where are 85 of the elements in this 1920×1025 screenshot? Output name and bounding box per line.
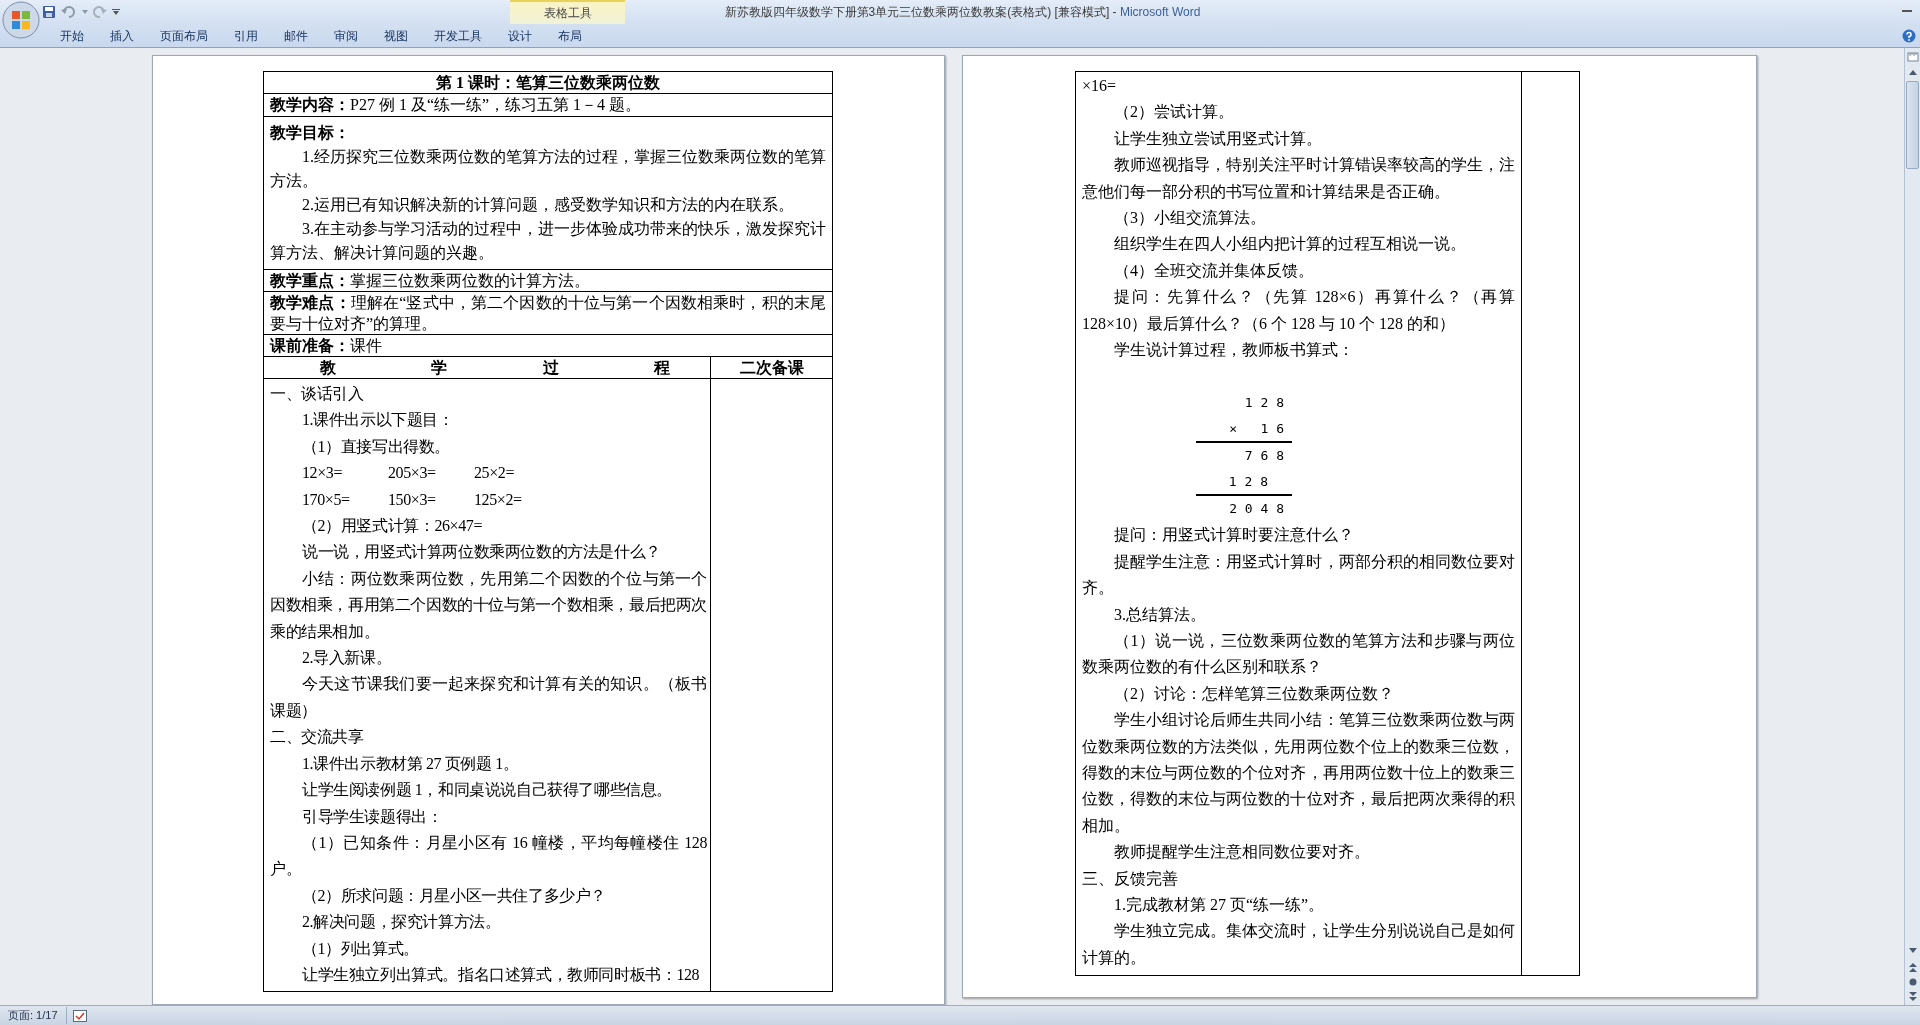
ribbon-tab[interactable]: 审阅 bbox=[321, 24, 371, 47]
ribbon-tab[interactable]: 页面布局 bbox=[147, 24, 221, 47]
spelling-check-icon[interactable] bbox=[72, 1009, 87, 1022]
ribbon-tab[interactable]: 开发工具 bbox=[421, 24, 495, 47]
lesson-paragraph: （2）所求问题：月星小区一共住了多少户？ bbox=[301, 885, 607, 906]
lesson-paragraph: （3）小组交流算法。 bbox=[1113, 208, 1267, 229]
lesson-title: 第 1 课时：笔算三位数乘两位数 bbox=[436, 74, 660, 91]
lesson-paragraph: 提问：用竖式计算时要注意什么？ bbox=[1113, 525, 1355, 546]
ribbon-tab[interactable]: 引用 bbox=[221, 24, 271, 47]
ribbon-tab[interactable]: 开始 bbox=[47, 24, 97, 47]
calc-line: 7 6 8 bbox=[1243, 446, 1285, 465]
lesson-paragraph: （1）已知条件：月星小区有 16 幢楼，平均每幢楼住 128 户。 bbox=[270, 832, 707, 880]
equation-text: 25×2= bbox=[474, 463, 516, 484]
lesson-paragraph: （1）列出算式。 bbox=[301, 938, 420, 959]
revision-heading: 二次备课 bbox=[739, 359, 804, 376]
app-name: Microsoft Word bbox=[1119, 5, 1201, 19]
section-heading: ×16= bbox=[1082, 76, 1118, 96]
minimize-icon[interactable] bbox=[1902, 10, 1912, 14]
ribbon-tab[interactable]: 插入 bbox=[97, 24, 147, 47]
lesson-paragraph: 1.课件出示以下题目： bbox=[301, 410, 455, 431]
lesson-paragraph: （4）全班交流并集体反馈。 bbox=[1113, 260, 1315, 281]
preparation: 课前准备：课件 bbox=[270, 336, 383, 356]
section-heading: 二、交流共享 bbox=[270, 727, 365, 748]
lesson-paragraph: 提醒学生注意：用竖式计算时，两部分积的相同数位要对齐。 bbox=[1082, 551, 1515, 599]
section-heading: 一、谈话引入 bbox=[270, 384, 365, 404]
office-button-icon[interactable] bbox=[2, 1, 40, 39]
equation-text: 205×3= bbox=[388, 463, 437, 484]
lesson-paragraph: 学生说计算过程，教师板书算式： bbox=[1113, 340, 1355, 361]
equation-text: 170×5= bbox=[302, 489, 351, 510]
lesson-paragraph: 2.导入新课。 bbox=[301, 648, 393, 669]
equation-text: 12×3= bbox=[302, 463, 344, 484]
window-title: 新苏教版四年级数学下册第3单元三位数乘两位数教案(表格式) [兼容模式] - bbox=[724, 5, 1117, 19]
objective-item: 2.运用已有知识解决新的计算问题，感受数学知识和方法的内在联系。 bbox=[301, 195, 795, 215]
objective-item: 1.经历探究三位数乘两位数的笔算方法的过程，掌握三位数乘两位数的笔算方法。 bbox=[270, 147, 826, 191]
lesson-paragraph: 组织学生在四人小组内把计算的过程互相说一说。 bbox=[1113, 234, 1467, 255]
lesson-paragraph: 让学生阅读例题 1，和同桌说说自己获得了哪些信息。 bbox=[301, 780, 673, 801]
page-count[interactable]: 页面: 1/17 bbox=[0, 1007, 67, 1024]
scrollbar[interactable] bbox=[1904, 48, 1920, 1005]
key-point: 教学重点：掌握三位数乘两位数的计算方法。 bbox=[270, 271, 591, 291]
help-icon[interactable] bbox=[1902, 28, 1916, 43]
previous-page-icon[interactable] bbox=[1908, 963, 1917, 972]
lesson-paragraph: 教师巡视指导，特别关注平时计算错误率较高的学生，注意他们每一部分积的书写位置和计算结果是否正确。 bbox=[1082, 155, 1515, 202]
lesson-paragraph: 1.课件出示教材第 27 页例题 1。 bbox=[301, 753, 520, 774]
lesson-paragraph: （2）讨论：怎样笔算三位数乘两位数？ bbox=[1113, 683, 1395, 704]
lesson-paragraph: 小结：两位数乘两位数，先用第二个因数的个位与第一个因数相乘，再用第二个因数的十位与第一个数相乘，最后把两次乘的结果相加。 bbox=[270, 568, 707, 642]
ribbon-tab[interactable]: 布局 bbox=[545, 24, 595, 47]
equation-text: 125×2= bbox=[474, 489, 523, 510]
lesson-paragraph: 说一说，用竖式计算两位数乘两位数的方法是什么？ bbox=[301, 542, 662, 563]
lesson-paragraph: 让学生独立列出算式。指名口述算式，教师同时板书：128 bbox=[301, 964, 701, 985]
lesson-paragraph: 2.解决问题，探究计算方法。 bbox=[301, 912, 502, 933]
objective-item: 3.在主动参与学习活动的过程中，进一步体验成功带来的快乐，激发探究计算方法、解决计算问题的兴趣。 bbox=[270, 219, 826, 263]
lesson-paragraph: （1）直接写出得数。 bbox=[301, 436, 451, 457]
ribbon-tab[interactable]: 视图 bbox=[371, 24, 421, 47]
scroll-up-icon[interactable] bbox=[1908, 70, 1917, 75]
calc-line: 1 2 8 bbox=[1196, 469, 1292, 496]
lesson-paragraph: （2）用竖式计算：26×47= bbox=[301, 516, 484, 537]
equation-text: 150×3= bbox=[388, 489, 437, 510]
section-heading: 三、反馈完善 bbox=[1082, 868, 1179, 889]
lesson-paragraph: 引导学生读题得出： bbox=[301, 806, 444, 827]
ribbon-tab[interactable]: 邮件 bbox=[271, 24, 321, 47]
customize-caret-icon[interactable] bbox=[112, 9, 120, 15]
lesson-paragraph: （1）说一说，三位数乘两位数的笔算方法和步骤与两位数乘两位数的有什么区别和联系？ bbox=[1082, 631, 1515, 678]
lesson-paragraph: 今天这节课我们要一起来探究和计算有关的知识。（板书课题） bbox=[270, 674, 707, 721]
calc-line: 1 2 8 bbox=[1243, 393, 1285, 412]
save-icon[interactable] bbox=[42, 5, 56, 19]
lesson-paragraph: 1.完成教材第 27 页“练一练”。 bbox=[1113, 895, 1326, 916]
contextual-tab-group: 表格工具 bbox=[510, 0, 625, 24]
lesson-paragraph: 提问：先算什么？（先算 128×6）再算什么？（再算 128×10）最后算什么？（6 个 128 与 10 个 128 的和） bbox=[1082, 287, 1515, 334]
scroll-thumb[interactable] bbox=[1906, 81, 1919, 169]
objectives-heading: 教学目标： bbox=[270, 123, 351, 143]
lesson-paragraph: 学生小组讨论后师生共同小结：笔算三位数乘两位数与两位数乘两位数的方法类似，先用两位数个位上的数乘三位数，得数的末位与两位数的个位对齐，再用两位数十位上的数乘三位数，得数的末位与两位数的十位对齐，最后把两次乘得的积相加。 bbox=[1082, 710, 1515, 836]
next-page-icon[interactable] bbox=[1908, 992, 1917, 1001]
browse-object-icon[interactable] bbox=[1908, 978, 1917, 986]
lesson-paragraph: 学生独立完成。集体交流时，让学生分别说说自己是如何计算的。 bbox=[1082, 921, 1515, 968]
calc-line: × 1 6 bbox=[1196, 416, 1292, 443]
scroll-down-icon[interactable] bbox=[1908, 948, 1917, 953]
difficulty: 教学难点：理解在“竖式中，第二个因数的十位与第一个因数相乘时，积的末尾要与十位对齐”的算理。 bbox=[270, 293, 826, 334]
process-heading: 教学过程 bbox=[320, 358, 670, 378]
calc-line: 2 0 4 8 bbox=[1228, 499, 1285, 518]
lesson-content: 教学内容：P27 例 1 及“练一练”，练习五第 1－4 题。 bbox=[270, 95, 643, 115]
lesson-paragraph: 3.总结算法。 bbox=[1113, 604, 1207, 625]
lesson-paragraph: 让学生独立尝试用竖式计算。 bbox=[1113, 128, 1323, 149]
lesson-paragraph: （2）尝试计算。 bbox=[1113, 102, 1235, 123]
lesson-paragraph: 教师提醒学生注意相同数位要对齐。 bbox=[1113, 842, 1371, 863]
ribbon-tab[interactable]: 设计 bbox=[495, 24, 545, 47]
